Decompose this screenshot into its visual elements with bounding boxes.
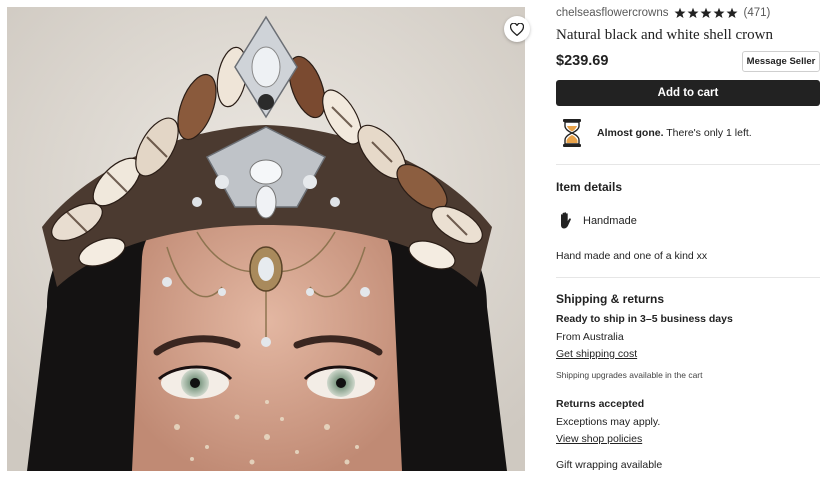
- heart-outline-icon: [510, 22, 524, 36]
- rating-stars: [674, 7, 739, 19]
- star-icon: [687, 7, 698, 18]
- get-shipping-cost-link[interactable]: Get shipping cost: [556, 348, 637, 360]
- item-description: Hand made and one of a kind xx: [556, 250, 708, 262]
- product-photo[interactable]: [7, 7, 525, 471]
- favorite-button[interactable]: [504, 16, 530, 42]
- ships-from: From Australia: [556, 331, 624, 343]
- hand-icon: [561, 212, 571, 229]
- stock-detail: There's only 1 left.: [666, 127, 752, 139]
- handmade-label: Handmade: [583, 215, 637, 227]
- view-shop-policies-link[interactable]: View shop policies: [556, 433, 642, 445]
- stock-notice: Almost gone. There's only 1 left.: [562, 118, 752, 148]
- ready-to-ship: Ready to ship in 3–5 business days: [556, 313, 733, 325]
- shipping-heading[interactable]: Shipping & returns: [556, 292, 664, 306]
- shop-rating-row: chelseasflowercrowns (471): [556, 7, 770, 19]
- exceptions-note: Exceptions may apply.: [556, 416, 661, 428]
- handmade-row: Handmade: [558, 211, 637, 231]
- star-icon: [674, 7, 685, 18]
- listing-price: $239.69: [556, 53, 609, 69]
- shipping-upgrades-note: Shipping upgrades available in the cart: [556, 370, 703, 380]
- listing-title: Natural black and white shell crown: [556, 27, 774, 43]
- divider: [556, 164, 820, 165]
- star-icon: [713, 7, 724, 18]
- listing-info-panel: chelseasflowercrowns (471) Natural black…: [556, 0, 822, 477]
- message-seller-button[interactable]: Message Seller: [742, 51, 820, 72]
- returns-heading: Returns accepted: [556, 398, 645, 410]
- hourglass-icon: [563, 119, 581, 147]
- star-icon: [700, 7, 711, 18]
- divider: [556, 277, 820, 278]
- item-details-heading[interactable]: Item details: [556, 180, 622, 194]
- gift-wrapping-note: Gift wrapping available: [556, 459, 663, 471]
- star-icon: [726, 7, 737, 18]
- shop-name-link[interactable]: chelseasflowercrowns: [556, 7, 669, 19]
- stock-emphasis: Almost gone.: [597, 127, 664, 139]
- add-to-cart-button[interactable]: Add to cart: [556, 80, 820, 106]
- rating-count[interactable]: (471): [744, 7, 771, 19]
- crown-photo-illustration: [7, 7, 525, 471]
